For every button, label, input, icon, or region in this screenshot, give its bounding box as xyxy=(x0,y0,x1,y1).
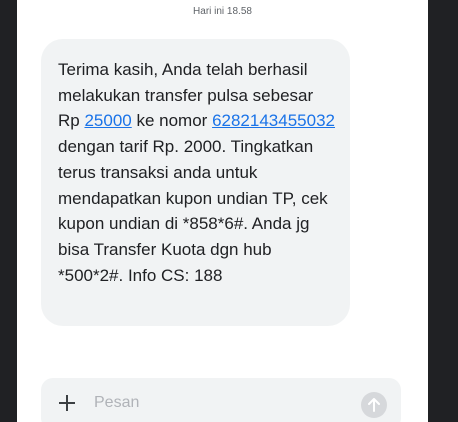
message-timestamp: Hari ini 18.58 xyxy=(193,6,252,17)
compose-bar xyxy=(41,378,401,422)
arrow-up-icon xyxy=(368,398,380,412)
amount-link[interactable]: 25000 xyxy=(84,111,131,130)
incoming-message-bubble[interactable]: Terima kasih, Anda telah berhasil melaku… xyxy=(41,39,350,326)
message-input[interactable] xyxy=(94,391,344,415)
message-text-part3: dengan tarif Rp. 2000. Tingkatkan terus … xyxy=(58,137,328,285)
message-screen: Hari ini 18.58 Terima kasih, Anda telah … xyxy=(17,0,428,422)
message-text-part2: ke nomor xyxy=(131,111,213,131)
send-button[interactable] xyxy=(361,392,387,418)
phone-number-link[interactable]: 6282143455032 xyxy=(212,111,335,130)
plus-icon[interactable] xyxy=(59,395,75,411)
